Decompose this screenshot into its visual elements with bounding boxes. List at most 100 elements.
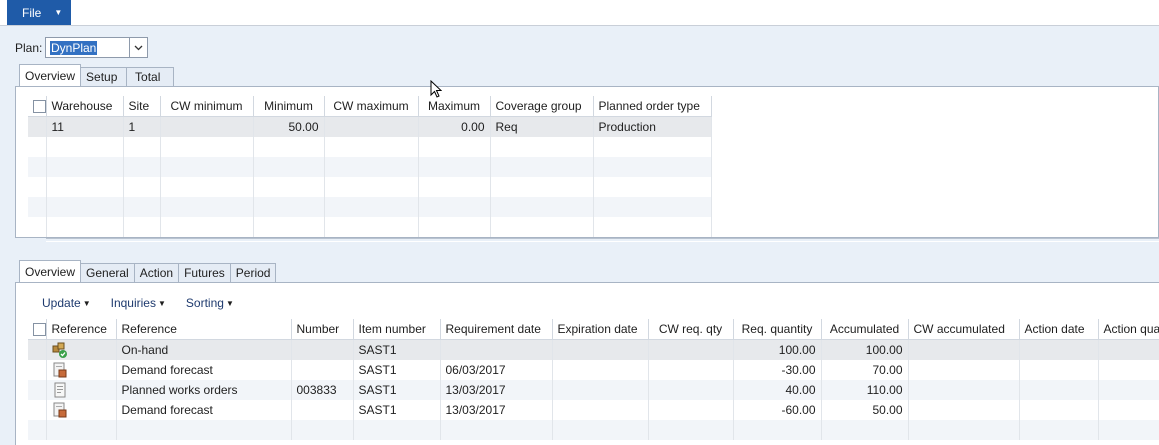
action-quantity-cell[interactable] xyxy=(1098,360,1159,380)
requirement-date-cell[interactable]: 13/03/2017 xyxy=(440,380,553,400)
item-number-cell[interactable]: SAST1 xyxy=(353,380,441,400)
col-reference-icon[interactable]: Reference xyxy=(46,319,117,340)
number-cell[interactable] xyxy=(291,400,354,420)
col-requirement-date[interactable]: Requirement date xyxy=(440,319,553,340)
coverage-header-row: Warehouse Site CW minimum Minimum CW max… xyxy=(28,96,712,117)
update-menu-button[interactable]: Update ▼ xyxy=(42,296,91,310)
tab-total[interactable]: Total xyxy=(126,67,175,86)
select-all-checkbox[interactable] xyxy=(28,319,47,340)
col-reference[interactable]: Reference xyxy=(116,319,292,340)
tab-overview[interactable]: Overview xyxy=(19,64,82,86)
col-action-date[interactable]: Action date xyxy=(1019,319,1099,340)
table-row[interactable]: Planned works orders 003833 SAST1 13/03/… xyxy=(28,380,1159,400)
reference-cell[interactable]: Planned works orders xyxy=(116,380,292,400)
table-row[interactable]: Demand forecast SAST1 13/03/2017 -60.00 … xyxy=(28,400,1159,420)
cw-req-qty-cell[interactable] xyxy=(648,360,734,380)
reference-cell[interactable]: Demand forecast xyxy=(116,360,292,380)
tab-general[interactable]: General xyxy=(80,263,135,282)
col-cw-minimum[interactable]: CW minimum xyxy=(160,96,254,117)
tab-overview-lines[interactable]: Overview xyxy=(19,260,82,282)
requirement-date-cell[interactable] xyxy=(440,339,553,360)
tab-action[interactable]: Action xyxy=(133,263,180,282)
expiration-date-cell[interactable] xyxy=(552,360,649,380)
table-row[interactable]: 11 1 50.00 0.00 Req Production xyxy=(28,116,712,137)
select-all-checkbox[interactable] xyxy=(28,96,47,117)
cw-maximum-cell[interactable] xyxy=(324,116,419,137)
chevron-down-icon[interactable] xyxy=(129,38,147,57)
maximum-cell[interactable]: 0.00 xyxy=(418,116,491,137)
req-quantity-cell[interactable]: 100.00 xyxy=(733,339,822,360)
plan-value[interactable]: DynPlan xyxy=(50,41,98,55)
col-coverage-group[interactable]: Coverage group xyxy=(490,96,594,117)
col-cw-accumulated[interactable]: CW accumulated xyxy=(908,319,1020,340)
action-quantity-cell[interactable] xyxy=(1098,339,1159,360)
number-cell[interactable]: 003833 xyxy=(291,380,354,400)
item-number-cell[interactable]: SAST1 xyxy=(353,360,441,380)
col-item-number[interactable]: Item number xyxy=(353,319,441,340)
col-cw-maximum[interactable]: CW maximum xyxy=(324,96,419,117)
expiration-date-cell[interactable] xyxy=(552,339,649,360)
tab-period[interactable]: Period xyxy=(229,263,277,282)
cw-req-qty-cell[interactable] xyxy=(648,380,734,400)
site-cell[interactable]: 1 xyxy=(123,116,161,137)
reference-cell[interactable]: Demand forecast xyxy=(116,400,292,420)
planned-works-order-icon xyxy=(46,380,117,400)
tab-futures[interactable]: Futures xyxy=(178,263,231,282)
col-action-quantity[interactable]: Action quar xyxy=(1098,319,1159,340)
col-maximum[interactable]: Maximum xyxy=(418,96,491,117)
req-quantity-cell[interactable]: -60.00 xyxy=(733,400,822,420)
number-cell[interactable] xyxy=(291,339,354,360)
cw-accumulated-cell[interactable] xyxy=(908,400,1020,420)
action-date-cell[interactable] xyxy=(1019,400,1099,420)
cw-minimum-cell[interactable] xyxy=(160,116,254,137)
sorting-menu-button[interactable]: Sorting ▼ xyxy=(186,296,234,310)
planned-order-type-cell[interactable]: Production xyxy=(593,116,712,137)
col-planned-order-type[interactable]: Planned order type xyxy=(593,96,712,117)
tab-setup[interactable]: Setup xyxy=(80,67,128,86)
expiration-date-cell[interactable] xyxy=(552,380,649,400)
cw-accumulated-cell[interactable] xyxy=(908,380,1020,400)
warehouse-cell[interactable]: 11 xyxy=(46,116,124,137)
table-row[interactable]: Demand forecast SAST1 06/03/2017 -30.00 … xyxy=(28,360,1159,380)
expiration-date-cell[interactable] xyxy=(552,400,649,420)
cw-accumulated-cell[interactable] xyxy=(908,360,1020,380)
col-number[interactable]: Number xyxy=(291,319,354,340)
chevron-down-icon: ▼ xyxy=(225,298,234,308)
transactions-grid: Reference Reference Number Item number R… xyxy=(28,319,1159,440)
col-accumulated[interactable]: Accumulated xyxy=(821,319,909,340)
accumulated-cell[interactable]: 100.00 xyxy=(821,339,909,360)
coverage-group-cell[interactable]: Req xyxy=(490,116,594,137)
cw-accumulated-cell[interactable] xyxy=(908,339,1020,360)
col-site[interactable]: Site xyxy=(123,96,161,117)
plan-combobox[interactable]: DynPlan xyxy=(45,37,148,58)
action-date-cell[interactable] xyxy=(1019,339,1099,360)
col-minimum[interactable]: Minimum xyxy=(253,96,325,117)
inquiries-menu-button[interactable]: Inquiries ▼ xyxy=(111,296,166,310)
action-quantity-cell[interactable] xyxy=(1098,400,1159,420)
col-req-quantity[interactable]: Req. quantity xyxy=(733,319,822,340)
action-date-cell[interactable] xyxy=(1019,360,1099,380)
number-cell[interactable] xyxy=(291,360,354,380)
accumulated-cell[interactable]: 50.00 xyxy=(821,400,909,420)
item-number-cell[interactable]: SAST1 xyxy=(353,339,441,360)
accumulated-cell[interactable]: 70.00 xyxy=(821,360,909,380)
action-quantity-cell[interactable] xyxy=(1098,380,1159,400)
requirement-date-cell[interactable]: 13/03/2017 xyxy=(440,400,553,420)
file-menu-button[interactable]: File ▼ xyxy=(7,0,71,25)
splitter[interactable] xyxy=(46,238,1159,242)
col-cw-req-qty[interactable]: CW req. qty xyxy=(648,319,734,340)
cw-req-qty-cell[interactable] xyxy=(648,339,734,360)
reference-cell[interactable]: On-hand xyxy=(116,339,292,360)
item-number-cell[interactable]: SAST1 xyxy=(353,400,441,420)
accumulated-cell[interactable]: 110.00 xyxy=(821,380,909,400)
cw-req-qty-cell[interactable] xyxy=(648,400,734,420)
chevron-down-icon: ▼ xyxy=(82,298,91,308)
table-row[interactable]: On-hand SAST1 100.00 100.00 xyxy=(28,339,1159,360)
requirement-date-cell[interactable]: 06/03/2017 xyxy=(440,360,553,380)
action-date-cell[interactable] xyxy=(1019,380,1099,400)
minimum-cell[interactable]: 50.00 xyxy=(253,116,325,137)
req-quantity-cell[interactable]: -30.00 xyxy=(733,360,822,380)
req-quantity-cell[interactable]: 40.00 xyxy=(733,380,822,400)
col-warehouse[interactable]: Warehouse xyxy=(46,96,124,117)
col-expiration-date[interactable]: Expiration date xyxy=(552,319,649,340)
